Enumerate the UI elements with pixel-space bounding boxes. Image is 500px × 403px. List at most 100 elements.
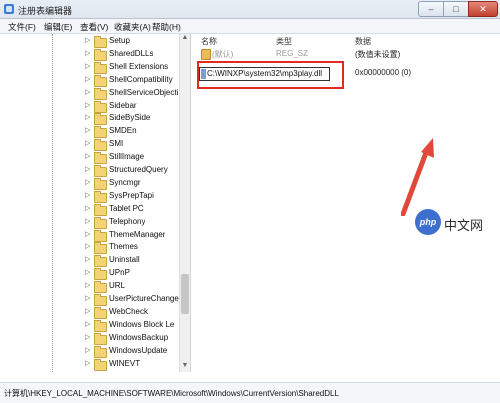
tree-item[interactable]: ▷ URL — [0, 281, 180, 294]
expand-arrow-icon[interactable]: ▷ — [85, 320, 91, 328]
expand-arrow-icon[interactable]: ▷ — [85, 113, 91, 121]
tree-item-label: Themes — [109, 242, 138, 252]
expand-arrow-icon[interactable]: ▷ — [85, 126, 91, 134]
tree-item[interactable]: ▷ SMDEn — [0, 126, 180, 139]
tree-item[interactable]: ▷ Windows Block Le — [0, 319, 180, 332]
tree-item[interactable]: ▷ UserPictureChange — [0, 294, 180, 306]
tree-item-label: UserPictureChange — [109, 294, 179, 303]
tree-item[interactable]: ▷ Syncmgr — [0, 177, 180, 190]
menu-help[interactable]: 帮助(H) — [152, 21, 181, 33]
expand-arrow-icon[interactable]: ▷ — [85, 49, 91, 57]
expand-arrow-icon[interactable]: ▷ — [85, 217, 91, 225]
tree-item[interactable]: ▷ Themes — [0, 242, 180, 255]
tree-scrollbar[interactable]: ▲ ▼ — [179, 34, 190, 372]
tree-item[interactable]: ▷ Uninstall — [0, 255, 180, 268]
title-bar: 注册表编辑器 – □ ✕ — [0, 0, 500, 19]
expand-arrow-icon[interactable]: ▷ — [85, 101, 91, 109]
tree-item[interactable]: ▷ WindowsUpdate — [0, 345, 180, 358]
expand-arrow-icon[interactable]: ▷ — [85, 191, 91, 199]
dword-value-data: 0x00000000 (0) — [355, 68, 412, 77]
highlight-box — [197, 61, 344, 89]
tree-item[interactable]: ▷ SysPrepTapi — [0, 190, 180, 203]
expand-arrow-icon[interactable]: ▷ — [85, 230, 91, 238]
expand-arrow-icon[interactable]: ▷ — [85, 75, 91, 83]
tree-item[interactable]: ▷ WebCheck — [0, 306, 180, 319]
annotation-arrow-icon — [401, 138, 434, 216]
expand-arrow-icon[interactable]: ▷ — [85, 281, 91, 289]
folder-icon — [94, 255, 107, 268]
column-header-type[interactable]: 类型 — [276, 36, 292, 47]
expand-arrow-icon[interactable]: ▷ — [85, 346, 91, 354]
expand-arrow-icon[interactable]: ▷ — [85, 178, 91, 186]
tree-item[interactable]: ▷ Setup — [0, 36, 180, 48]
tree-item[interactable]: ▷ Shell Extensions — [0, 61, 180, 74]
maximize-button[interactable]: □ — [443, 1, 469, 17]
php-watermark: php 中文网 — [415, 209, 485, 239]
scroll-up-icon[interactable]: ▲ — [181, 34, 189, 44]
tree-item[interactable]: ▷ UPnP — [0, 268, 180, 281]
expand-arrow-icon[interactable]: ▷ — [85, 333, 91, 341]
menu-view[interactable]: 查看(V) — [80, 21, 108, 33]
tree-item-label: Syncmgr — [109, 177, 141, 187]
tree-item[interactable]: ▷ SharedDLLs — [0, 48, 180, 61]
expand-arrow-icon[interactable]: ▷ — [85, 36, 91, 44]
expand-arrow-icon[interactable]: ▷ — [85, 255, 91, 263]
registry-tree[interactable]: ▷ Setup ▷ SharedDLLs ▷ Shell Extensions ▷ Shell… — [0, 34, 191, 372]
folder-icon — [94, 319, 107, 332]
tree-item[interactable]: ▷ WINEVT — [0, 358, 180, 371]
tree-item[interactable]: ▷ ShellCompatibility — [0, 74, 180, 87]
menu-edit[interactable]: 编辑(E) — [44, 21, 72, 33]
expand-arrow-icon[interactable]: ▷ — [85, 165, 91, 173]
column-header-data[interactable]: 数据 — [355, 36, 371, 47]
tree-item[interactable]: ▷ StillImage — [0, 152, 180, 165]
expand-arrow-icon[interactable]: ▷ — [85, 294, 91, 302]
tree-item-label: Tablet PC — [109, 203, 144, 213]
tree-item[interactable]: ▷ Tablet PC — [0, 203, 180, 216]
tree-item[interactable]: ▷ ShellServiceObjecti — [0, 87, 180, 100]
expand-arrow-icon[interactable]: ▷ — [85, 268, 91, 276]
tree-item[interactable]: ▷ ThemeManager — [0, 229, 180, 242]
values-pane[interactable]: 名称 类型 数据 (默认) REG_SZ (数值未设置) C:\WINXP\sy… — [191, 34, 500, 372]
tree-item[interactable]: ▷ WindowsBackup — [0, 332, 180, 345]
expand-arrow-icon[interactable]: ▷ — [85, 62, 91, 70]
value-name: (默认) — [212, 50, 234, 59]
tree-item[interactable]: ▷ Telephony — [0, 216, 180, 229]
close-button[interactable]: ✕ — [468, 1, 498, 17]
tree-item-label: WindowsBackup — [109, 332, 169, 342]
tree-item-label: Windows Block Le — [109, 319, 175, 329]
tree-item[interactable]: ▷ SideBySide — [0, 113, 180, 126]
tree-item[interactable]: ▷ StructuredQuery — [0, 165, 180, 177]
tree-item-label: ShellCompatibility — [109, 74, 173, 84]
folder-icon — [94, 100, 107, 113]
scroll-down-icon[interactable]: ▼ — [181, 362, 189, 372]
column-header-name[interactable]: 名称 — [201, 36, 217, 47]
expand-arrow-icon[interactable]: ▷ — [85, 88, 91, 96]
expand-arrow-icon[interactable]: ▷ — [85, 242, 91, 250]
minimize-button[interactable]: – — [418, 1, 444, 17]
folder-icon — [94, 126, 107, 139]
folder-icon — [94, 203, 107, 216]
menu-bar: 文件(F) 编辑(E) 查看(V) 收藏夹(A) 帮助(H) — [0, 19, 500, 34]
tree-item-label: SysPrepTapi — [109, 190, 154, 200]
expand-arrow-icon[interactable]: ▷ — [85, 204, 91, 212]
folder-icon — [94, 306, 107, 319]
tree-item[interactable]: ▷ SMI — [0, 139, 180, 152]
expand-arrow-icon[interactable]: ▷ — [85, 152, 91, 160]
expand-arrow-icon[interactable]: ▷ — [85, 139, 91, 147]
watermark-text: 中文网 — [444, 218, 484, 233]
folder-icon — [94, 229, 107, 242]
folder-icon — [94, 345, 107, 358]
value-row-default[interactable]: (默认) REG_SZ (数值未设置) — [191, 48, 500, 60]
regedit-icon — [4, 4, 14, 14]
menu-favorites[interactable]: 收藏夹(A) — [114, 21, 151, 33]
tree-item-label: SMI — [109, 139, 124, 149]
tree-item-label: SharedDLLs — [109, 48, 154, 58]
menu-file[interactable]: 文件(F) — [8, 21, 36, 33]
tree-item-label: StructuredQuery — [109, 165, 168, 174]
tree-item-label: ShellServiceObjecti — [109, 87, 179, 97]
tree-item[interactable]: ▷ Sidebar — [0, 100, 180, 113]
folder-icon — [94, 281, 107, 294]
scrollbar-thumb[interactable] — [181, 274, 189, 314]
expand-arrow-icon[interactable]: ▷ — [85, 359, 91, 367]
expand-arrow-icon[interactable]: ▷ — [85, 307, 91, 315]
